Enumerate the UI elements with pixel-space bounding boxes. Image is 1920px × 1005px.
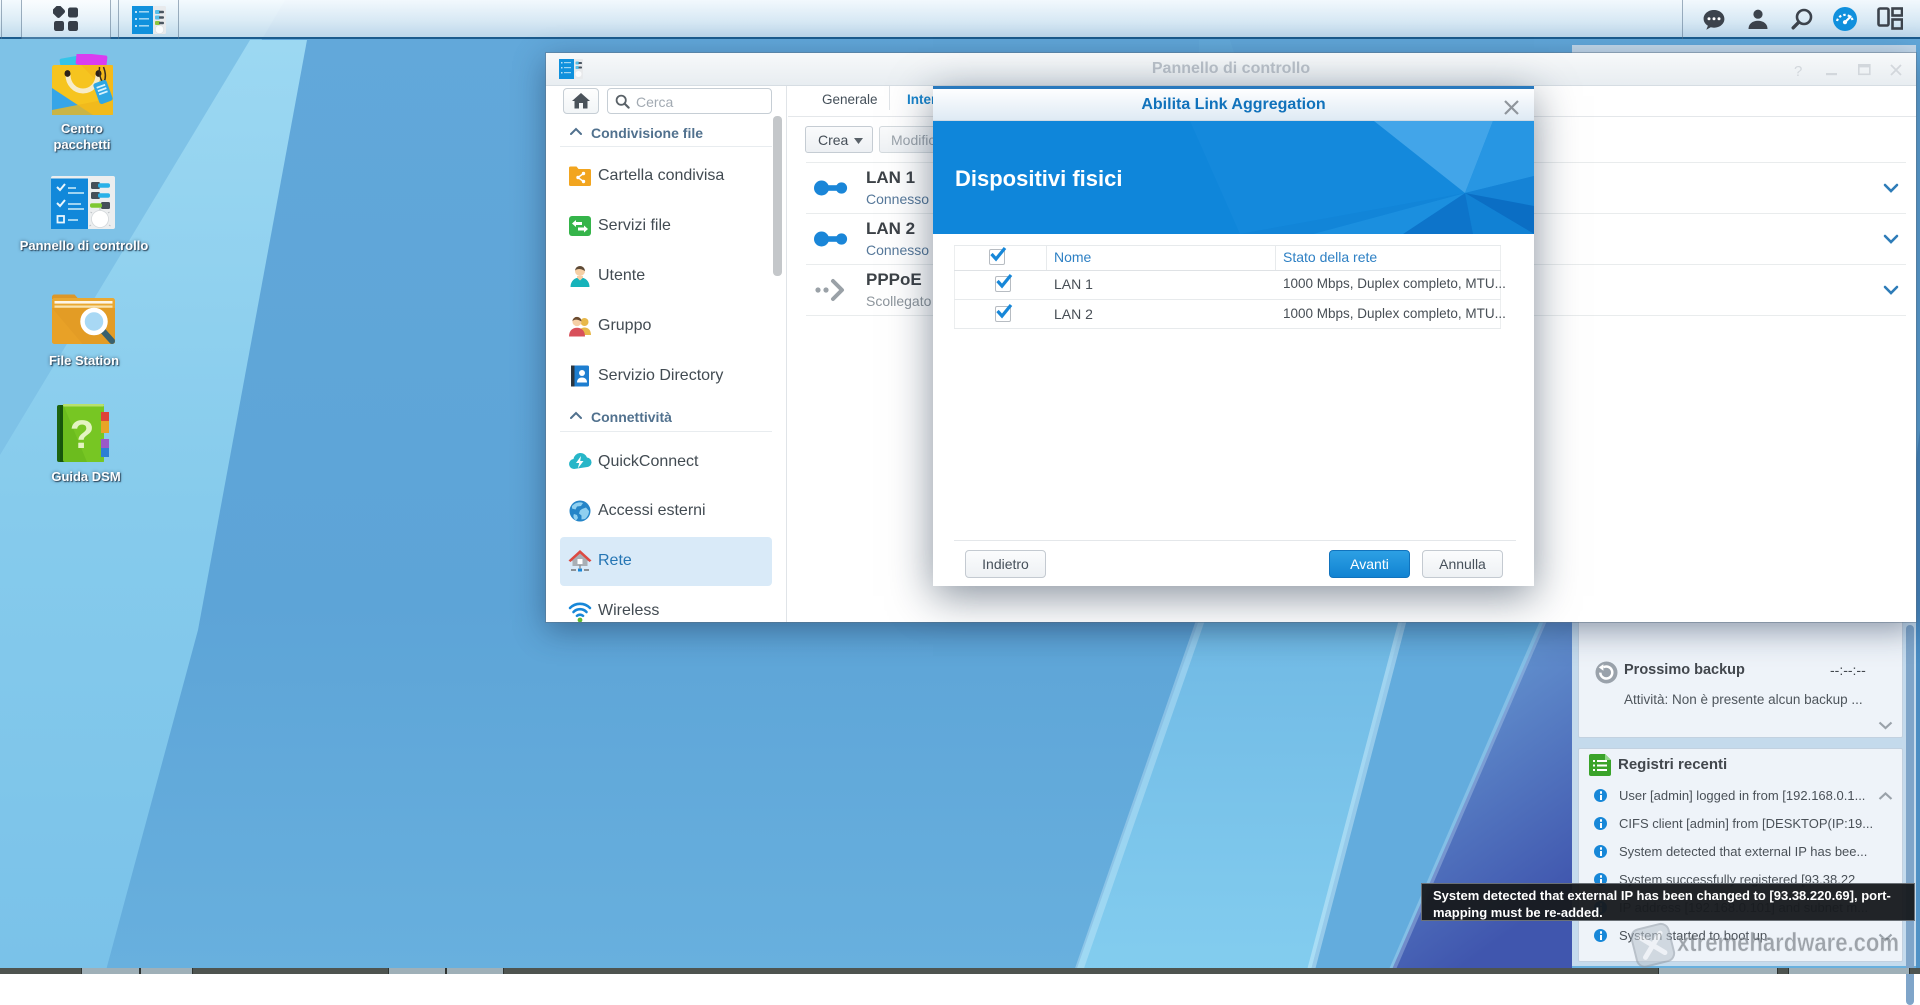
svg-text:xtremehardware.com: xtremehardware.com <box>1677 927 1899 957</box>
svg-text:?: ? <box>70 413 94 457</box>
